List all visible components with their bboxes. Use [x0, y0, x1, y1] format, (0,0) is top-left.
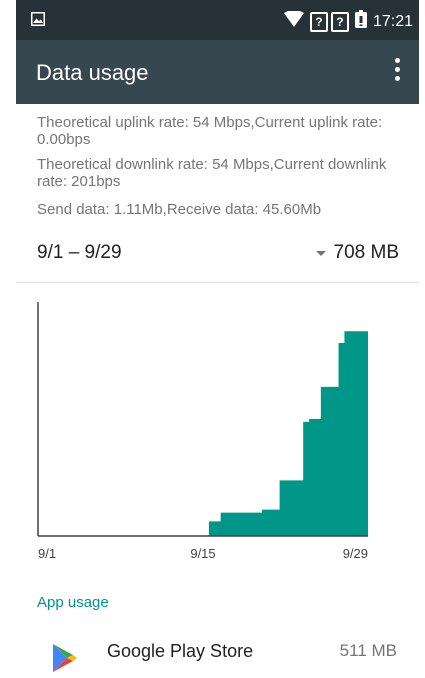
app-name: Google Play Store	[107, 641, 254, 661]
app-usage-row[interactable]: Google Play Store 511 MB	[16, 625, 419, 677]
x-tick-label: 9/1	[38, 546, 56, 561]
image-notification-icon	[31, 12, 45, 31]
uplink-rate-text: Theoretical uplink rate: 54 Mbps,Current…	[37, 114, 383, 148]
cycle-range-label[interactable]: 9/1 – 9/29	[37, 242, 122, 264]
clock: 17:21	[372, 12, 413, 30]
app-usage-header: App usage	[37, 594, 109, 611]
status-bar: ? ? 17:21	[16, 0, 419, 40]
sim-icon: ?	[330, 11, 349, 32]
app-bar: Data usage	[16, 40, 419, 104]
dropdown-caret-icon	[315, 250, 326, 256]
more-vert-icon[interactable]	[395, 58, 401, 84]
usage-chart[interactable]: 9/1 9/15 9/29	[30, 290, 380, 570]
app-size: 511 MB	[339, 641, 397, 660]
cycle-total-value: 708 MB	[333, 242, 399, 263]
battery-icon	[354, 10, 367, 33]
usage-area	[38, 328, 368, 536]
divider	[16, 282, 419, 283]
wifi-icon	[283, 10, 304, 32]
transfer-data-text: Send data: 1.11Mb,Receive data: 45.60Mb	[37, 201, 322, 218]
x-tick-label: 9/29	[343, 546, 368, 561]
cycle-total[interactable]: 708 MB	[315, 242, 399, 264]
google-play-icon	[52, 643, 78, 673]
x-tick-label: 9/15	[190, 546, 215, 561]
page-title: Data usage	[36, 60, 149, 85]
downlink-rate-text: Theoretical downlink rate: 54 Mbps,Curre…	[37, 156, 387, 190]
sim-icon: ?	[309, 11, 328, 32]
